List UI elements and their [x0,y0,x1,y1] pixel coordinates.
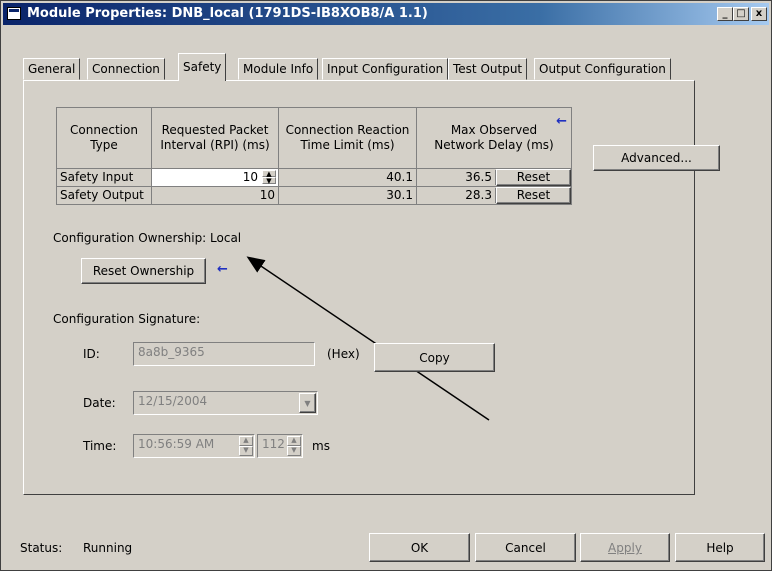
signature-date-value: 12/15/2004 [138,394,208,408]
status-value: Running [83,541,133,555]
status-label: Status: [20,541,63,555]
hex-label: (Hex) [327,347,360,361]
signature-time-field[interactable]: 10:56:59 AM [133,434,255,458]
ok-button[interactable]: OK [369,533,470,562]
date-label: Date: [83,396,116,410]
ms-spinner[interactable]: ▲ ▼ [287,436,301,456]
ms-label: ms [312,439,330,453]
copy-button[interactable]: Copy [374,343,495,372]
cancel-button[interactable]: Cancel [475,533,576,562]
chevron-down-icon[interactable]: ▼ [299,393,316,413]
apply-button[interactable]: Apply [580,533,670,562]
help-button[interactable]: Help [675,533,765,562]
signature-date-field[interactable]: 12/15/2004 ▼ [133,391,318,415]
signature-id-field[interactable]: 8a8b_9365 [133,342,315,366]
module-properties-window: Module Properties: DNB_local (1791DS-IB8… [0,0,772,571]
signature-heading: Configuration Signature: [53,312,201,326]
tab-safety[interactable]: Safety [178,53,227,81]
time-spinner[interactable]: ▲ ▼ [239,436,253,456]
time-label: Time: [83,439,117,453]
id-label: ID: [83,347,100,361]
callout-arrow [246,256,490,421]
